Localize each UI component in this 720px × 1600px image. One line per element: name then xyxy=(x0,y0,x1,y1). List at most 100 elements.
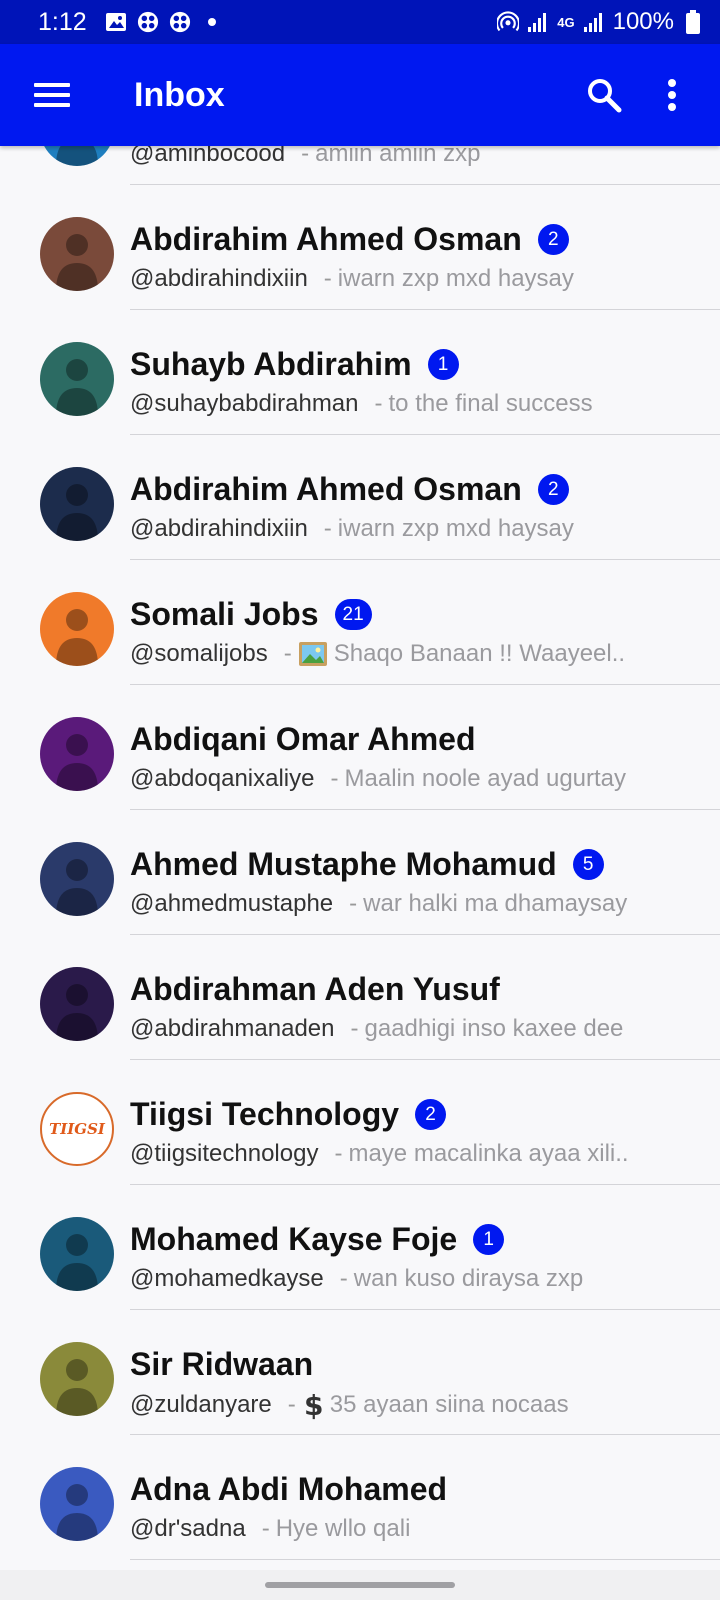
unread-count-badge: 5 xyxy=(572,849,604,880)
contact-name: Suhayb Abdirahim xyxy=(130,346,412,382)
menu-button[interactable] xyxy=(24,67,80,123)
contact-handle: @somalijobs xyxy=(130,640,268,667)
unread-count-badge: 21 xyxy=(334,599,372,630)
search-button[interactable] xyxy=(576,67,632,123)
separator: - xyxy=(330,765,339,792)
message-preview: Maalin noole ayad ugurtay xyxy=(344,765,627,792)
avatar-photo-icon xyxy=(56,984,98,1041)
contact-handle: @abdirahindixiin xyxy=(130,265,308,292)
navigation-bar xyxy=(0,1570,720,1600)
conversation-name-line: Abdirahim Ahmed Osman 2 xyxy=(130,471,569,508)
contact-handle: @abdoqanixaliye xyxy=(130,765,315,792)
conversation-sub-line: @suhaybabdirahman - to the final success xyxy=(130,390,593,418)
conversation-sub-line: @ahmedmustaphe - war halki ma dhamaysay xyxy=(130,890,627,918)
avatar-logo-text: TIIGSI xyxy=(49,1120,105,1138)
message-preview: wan kuso diraysa zxp xyxy=(353,1265,584,1292)
conversation-row[interactable]: Abdiqani Omar Ahmed @abdoqanixaliye - Maali… xyxy=(0,685,720,810)
conversation-row[interactable]: Abdirahman Aden Yusuf @abdirahmanaden - gaa… xyxy=(0,935,720,1060)
gallery-notification-icon xyxy=(105,11,127,33)
signal-icon xyxy=(527,11,549,33)
conversation-row[interactable]: Abdirahim Ahmed Osman 2 @abdirahindixiin - i… xyxy=(0,185,720,310)
more-vert-icon xyxy=(668,79,676,111)
avatar[interactable] xyxy=(40,592,114,666)
contact-handle: @zuldanyare xyxy=(130,1391,272,1418)
conversation-row[interactable]: Ahmed Mustaphe Mohamud 5 @ahmedmustaphe - wa… xyxy=(0,810,720,935)
avatar[interactable] xyxy=(40,1217,114,1291)
battery-percent: 100% xyxy=(612,8,674,35)
conversation-row[interactable]: Abdirahim Ahmed Osman 2 @abdirahindixiin - i… xyxy=(0,435,720,560)
avatar[interactable] xyxy=(40,1467,114,1541)
contact-name: Abdiqani Omar Ahmed xyxy=(130,721,476,757)
app-notification-icon-2 xyxy=(169,11,191,33)
unread-count-badge: 1 xyxy=(427,349,459,380)
image-icon xyxy=(298,641,328,667)
conversation-sub-line: @abdirahmanaden - gaadhigi inso kaxee dee xyxy=(130,1015,623,1043)
conversation-sub-line: @tiigsitechnology - maye macalinka ayaa xi… xyxy=(130,1140,629,1168)
page-title: Inbox xyxy=(134,75,225,114)
message-preview: gaadhigi inso kaxee dee xyxy=(364,1015,624,1042)
avatar[interactable] xyxy=(40,1342,114,1416)
message-preview: iwarn zxp mxd haysay xyxy=(337,515,574,542)
conversation-row[interactable]: Suhayb Abdirahim 1 @suhaybabdirahman - to th… xyxy=(0,310,720,435)
avatar[interactable] xyxy=(40,342,114,416)
conversation-row[interactable]: TIIGSI Tiigsi Technology 2 @tiigsitechnolog… xyxy=(0,1060,720,1185)
avatar-photo-icon xyxy=(56,359,98,416)
battery-icon xyxy=(682,10,704,34)
separator: - xyxy=(323,265,332,292)
message-preview: Hye wllo qali xyxy=(275,1515,411,1542)
contact-name: Abdirahman Aden Yusuf xyxy=(130,971,500,1007)
avatar[interactable] xyxy=(40,217,114,291)
contact-handle: @abdirahmanaden xyxy=(130,1015,335,1042)
conversation-sub-line: @zuldanyare - $35 ayaan siina nocaas xyxy=(130,1390,569,1420)
conversation-sub-line: @somalijobs - Shaqo Banaan !! Waayeel.. xyxy=(130,640,625,668)
contact-name: Adna Abdi Mohamed xyxy=(130,1471,448,1507)
avatar-photo-icon xyxy=(56,1359,98,1416)
contact-name: Ahmed Mustaphe Mohamud xyxy=(130,846,557,882)
conversation-row[interactable]: Sir Ridwaan @zuldanyare - $35 ayaan siina n… xyxy=(0,1310,720,1435)
contact-handle: @dr'sadna xyxy=(130,1515,246,1542)
status-bar: 1:12 4G 100% xyxy=(0,0,720,44)
conversation-row[interactable]: Adna Abdi Mohamed @dr'sadna - Hye wllo qali xyxy=(0,1435,720,1560)
inbox-list[interactable]: @aminbocood - amiin amiin zxp Abdirahim Ahm… xyxy=(0,60,720,1560)
contact-handle: @ahmedmustaphe xyxy=(130,890,334,917)
contact-handle: @mohamedkayse xyxy=(130,1265,324,1292)
more-options-button[interactable] xyxy=(644,67,700,123)
network-type-label: 4G xyxy=(557,14,575,30)
avatar-photo-icon xyxy=(56,234,98,291)
separator: - xyxy=(334,1140,343,1167)
home-handle[interactable] xyxy=(265,1582,455,1588)
avatar-photo-icon xyxy=(56,1234,98,1291)
avatar[interactable]: TIIGSI xyxy=(40,1092,114,1166)
message-preview: war halki ma dhamaysay xyxy=(363,890,628,917)
conversation-sub-line: @abdoqanixaliye - Maalin noole ayad ugurta… xyxy=(130,765,626,793)
avatar[interactable] xyxy=(40,467,114,541)
separator: - xyxy=(287,1391,296,1418)
avatar-photo-icon xyxy=(56,1484,98,1541)
conversation-name-line: Abdiqani Omar Ahmed xyxy=(130,721,476,758)
separator: - xyxy=(339,1265,348,1292)
dot-icon xyxy=(201,11,223,33)
separator: - xyxy=(283,640,292,667)
hamburger-icon xyxy=(34,83,70,107)
avatar-photo-icon xyxy=(56,734,98,791)
message-preview: iwarn zxp mxd haysay xyxy=(337,265,574,292)
signal-icon-2 xyxy=(583,11,605,33)
conversation-name-line: Ahmed Mustaphe Mohamud 5 xyxy=(130,846,604,883)
avatar[interactable] xyxy=(40,967,114,1041)
contact-name: Mohamed Kayse Foje xyxy=(130,1221,458,1257)
avatar[interactable] xyxy=(40,842,114,916)
avatar[interactable] xyxy=(40,717,114,791)
separator: - xyxy=(261,1515,270,1542)
dollar-icon: $ xyxy=(302,1390,324,1420)
avatar-photo-icon xyxy=(56,609,98,666)
conversation-row[interactable]: Somali Jobs 21 @somalijobs - Shaqo Banaan !!… xyxy=(0,560,720,685)
avatar-photo-icon xyxy=(56,484,98,541)
conversation-sub-line: @abdirahindixiin - iwarn zxp mxd haysay xyxy=(130,515,574,543)
avatar-photo-icon xyxy=(56,859,98,916)
app-bar: Inbox xyxy=(0,44,720,146)
message-preview: maye macalinka ayaa xili.. xyxy=(348,1140,629,1167)
conversation-name-line: Adna Abdi Mohamed xyxy=(130,1471,447,1508)
conversation-row[interactable]: Mohamed Kayse Foje 1 @mohamedkayse - wan kus… xyxy=(0,1185,720,1310)
conversation-name-line: Somali Jobs 21 xyxy=(130,596,372,633)
conversation-sub-line: @abdirahindixiin - iwarn zxp mxd haysay xyxy=(130,265,574,293)
